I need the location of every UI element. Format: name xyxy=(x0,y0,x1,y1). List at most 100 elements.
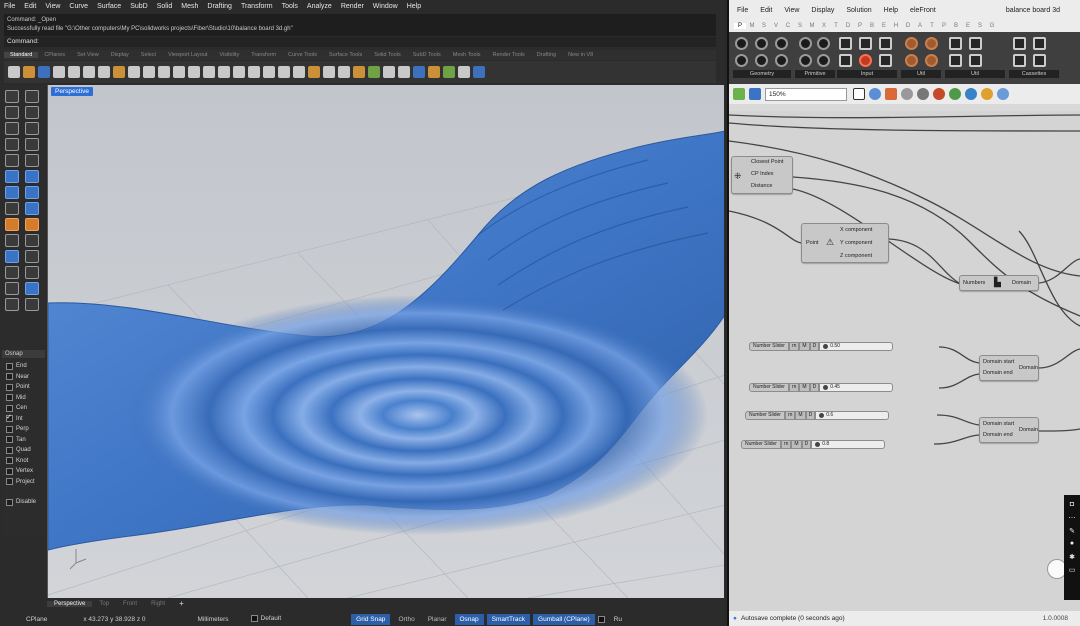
status-layer[interactable]: Default xyxy=(245,615,288,623)
category-tab[interactable]: D xyxy=(902,23,914,29)
util-icon[interactable] xyxy=(905,37,918,50)
category-tab[interactable]: E xyxy=(878,23,890,29)
menu-window[interactable]: Window xyxy=(373,3,398,10)
command-input[interactable]: Command: xyxy=(4,37,716,47)
ellipse-icon[interactable] xyxy=(5,138,19,151)
menu-surface[interactable]: Surface xyxy=(97,3,121,10)
slider-track[interactable]: 0.50 xyxy=(819,342,894,351)
category-tab[interactable]: G xyxy=(986,23,998,29)
input-point[interactable]: Point xyxy=(806,240,819,246)
match-icon[interactable] xyxy=(383,66,395,78)
scale-tool-icon[interactable] xyxy=(5,282,19,295)
gh-menu-elefront[interactable]: eleFront xyxy=(910,7,936,14)
cut-icon[interactable] xyxy=(83,66,95,78)
polygon-icon[interactable] xyxy=(5,154,19,167)
layer-icon[interactable] xyxy=(353,66,365,78)
category-tab[interactable]: X xyxy=(818,23,830,29)
menu-mesh[interactable]: Mesh xyxy=(181,3,198,10)
checkbox[interactable] xyxy=(6,478,13,486)
preview-wire-icon[interactable] xyxy=(901,88,913,100)
monitor-icon[interactable]: ▭ xyxy=(1069,566,1076,579)
smarttrack-toggle[interactable]: SmartTrack xyxy=(486,613,531,625)
globe-icon[interactable] xyxy=(965,88,977,100)
input-domain-end[interactable]: Domain end xyxy=(983,370,1013,376)
gh-menu-edit[interactable]: Edit xyxy=(760,7,772,14)
util-icon[interactable] xyxy=(949,54,962,67)
viewport-tab-right[interactable]: Right xyxy=(144,601,172,607)
number-slider[interactable]: Number Slider rn M D 0.8 xyxy=(741,440,886,449)
number-slider[interactable]: Number Slider rn M D 0.6 xyxy=(745,411,890,420)
camera-icon[interactable]: ◘ xyxy=(1070,501,1074,514)
input-domain-start[interactable]: Domain start xyxy=(983,359,1014,365)
category-tab[interactable]: T xyxy=(830,23,842,29)
slider-m[interactable]: M xyxy=(799,342,810,351)
zoom-extents-icon[interactable] xyxy=(203,66,215,78)
tab-new-in-v8[interactable]: New in V8 xyxy=(562,52,599,58)
gh-menu-help[interactable]: Help xyxy=(884,7,898,14)
surface-icon[interactable] xyxy=(5,170,19,183)
category-tab[interactable]: T xyxy=(926,23,938,29)
planar-toggle[interactable]: Planar xyxy=(423,614,452,625)
split-icon[interactable] xyxy=(24,234,39,247)
status-cplane[interactable]: CPlane xyxy=(20,616,53,623)
sphere-preview-icon[interactable] xyxy=(997,88,1009,100)
geometry-icon[interactable] xyxy=(755,54,768,67)
slider-m[interactable]: M xyxy=(795,411,806,420)
category-tab[interactable]: B xyxy=(866,23,878,29)
slider-d[interactable]: D xyxy=(801,440,812,449)
slider-rn[interactable]: rn xyxy=(788,342,800,351)
tab-drafting[interactable]: Drafting xyxy=(531,52,562,58)
menu-help[interactable]: Help xyxy=(407,3,421,10)
tab-set-view[interactable]: Set View xyxy=(71,52,105,58)
checkbox[interactable] xyxy=(6,394,13,402)
globe-icon[interactable] xyxy=(949,88,961,100)
viewport-tab-top[interactable]: Top xyxy=(92,601,116,607)
array-icon[interactable] xyxy=(24,282,39,295)
osnap-end[interactable]: End xyxy=(2,361,45,372)
checkbox[interactable] xyxy=(6,457,13,465)
input-button-icon[interactable] xyxy=(879,37,892,50)
primitive-icon[interactable] xyxy=(799,54,812,67)
category-tab[interactable]: B xyxy=(950,23,962,29)
category-tab[interactable]: S xyxy=(974,23,986,29)
save-file-icon[interactable] xyxy=(749,88,761,100)
preview-shaded-icon[interactable] xyxy=(917,88,929,100)
hide-icon[interactable] xyxy=(323,66,335,78)
primitive-icon[interactable] xyxy=(817,54,830,67)
primitive-icon[interactable] xyxy=(799,37,812,50)
menu-render[interactable]: Render xyxy=(341,3,364,10)
category-tab[interactable]: M xyxy=(806,23,818,29)
menu-analyze[interactable]: Analyze xyxy=(307,3,332,10)
osnap-project[interactable]: Project xyxy=(2,477,45,488)
four-views-icon[interactable] xyxy=(233,66,245,78)
open-file-icon[interactable] xyxy=(733,88,745,100)
cassette-icon[interactable] xyxy=(1013,54,1026,67)
deconstruct-point-component[interactable]: Point ⚠ X component Y component Z compon… xyxy=(801,223,889,263)
material-icon[interactable] xyxy=(428,66,440,78)
settings-icon[interactable]: ✱ xyxy=(1069,553,1075,566)
output-closest-point[interactable]: Closest Point xyxy=(751,159,783,165)
pen-icon[interactable]: ✎ xyxy=(1069,527,1075,540)
tab-mesh-tools[interactable]: Mesh Tools xyxy=(447,52,487,58)
input-domain-end[interactable]: Domain end xyxy=(983,432,1013,438)
checkbox-checked[interactable] xyxy=(6,413,13,423)
checkbox[interactable] xyxy=(6,373,13,381)
menu-curve[interactable]: Curve xyxy=(69,3,88,10)
tab-select[interactable]: Select xyxy=(135,52,162,58)
options-icon[interactable] xyxy=(458,66,470,78)
zoom-window-icon[interactable] xyxy=(188,66,200,78)
point-icon[interactable] xyxy=(24,90,39,103)
input-gradient-icon[interactable] xyxy=(879,54,892,67)
viewport-tab-front[interactable]: Front xyxy=(116,601,144,607)
output-z[interactable]: Z component xyxy=(840,253,872,259)
output-distance[interactable]: Distance xyxy=(751,183,772,189)
number-slider[interactable]: Number Slider rn M D 0.45 xyxy=(749,383,894,392)
util-icon[interactable] xyxy=(925,54,938,67)
util-icon[interactable] xyxy=(925,37,938,50)
pan-hand-icon[interactable] xyxy=(143,66,155,78)
viewport-tab-perspective[interactable]: Perspective xyxy=(47,600,93,607)
new-file-icon[interactable] xyxy=(8,66,20,78)
record-history-checkbox[interactable] xyxy=(597,615,605,623)
input-slider-icon[interactable] xyxy=(839,37,852,50)
save-icon[interactable] xyxy=(38,66,50,78)
